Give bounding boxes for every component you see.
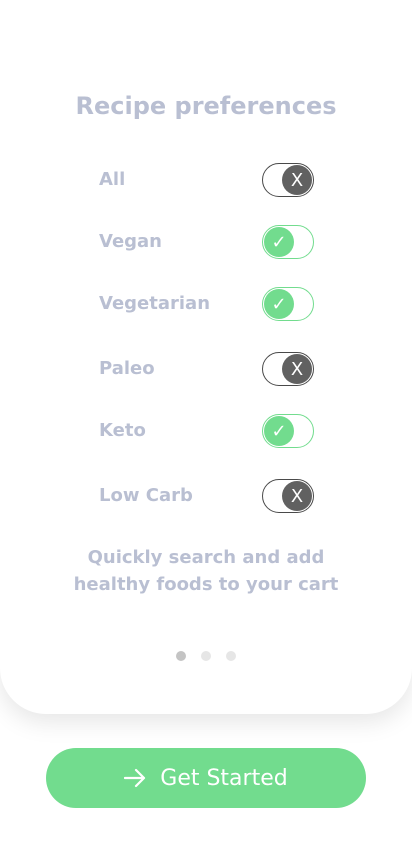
toggle-all[interactable]: X xyxy=(262,163,314,197)
get-started-button[interactable]: Get Started xyxy=(46,748,366,808)
tagline-line: healthy foods to your cart xyxy=(73,574,339,595)
page-dot[interactable] xyxy=(226,651,236,661)
preference-label: Vegan xyxy=(99,231,162,252)
preference-label: Vegetarian xyxy=(99,293,211,314)
arrow-right-icon xyxy=(124,768,146,788)
preference-row-paleo: Paleo X xyxy=(99,352,314,386)
toggle-knob-icon: ✓ xyxy=(264,227,294,257)
page-dot[interactable] xyxy=(176,651,186,661)
tagline-line: Quickly search and add xyxy=(87,547,325,568)
preference-row-all: All X xyxy=(99,163,314,197)
get-started-label: Get Started xyxy=(160,765,288,791)
toggle-vegetarian[interactable]: ✓ xyxy=(262,287,314,321)
preference-row-vegan: Vegan ✓ xyxy=(99,225,314,259)
toggle-knob-icon: ✓ xyxy=(264,416,294,446)
preferences-card: Recipe preferences All X Vegan ✓ Vegetar… xyxy=(0,0,412,714)
preference-row-low-carb: Low Carb X xyxy=(99,479,314,513)
preference-label: All xyxy=(99,169,126,190)
toggle-vegan[interactable]: ✓ xyxy=(262,225,314,259)
preference-row-keto: Keto ✓ xyxy=(99,414,314,448)
page-indicator xyxy=(0,651,412,661)
preference-label: Paleo xyxy=(99,358,155,379)
toggle-paleo[interactable]: X xyxy=(262,352,314,386)
preference-row-vegetarian: Vegetarian ✓ xyxy=(99,287,314,321)
preference-label: Low Carb xyxy=(99,485,193,506)
toggle-knob-icon: X xyxy=(282,481,312,511)
tagline: Quickly search and add healthy foods to … xyxy=(0,544,412,598)
toggle-low-carb[interactable]: X xyxy=(262,479,314,513)
page-title: Recipe preferences xyxy=(75,92,337,120)
page-dot[interactable] xyxy=(201,651,211,661)
preference-label: Keto xyxy=(99,420,146,441)
toggle-knob-icon: X xyxy=(282,354,312,384)
toggle-knob-icon: X xyxy=(282,165,312,195)
toggle-knob-icon: ✓ xyxy=(264,289,294,319)
toggle-keto[interactable]: ✓ xyxy=(262,414,314,448)
